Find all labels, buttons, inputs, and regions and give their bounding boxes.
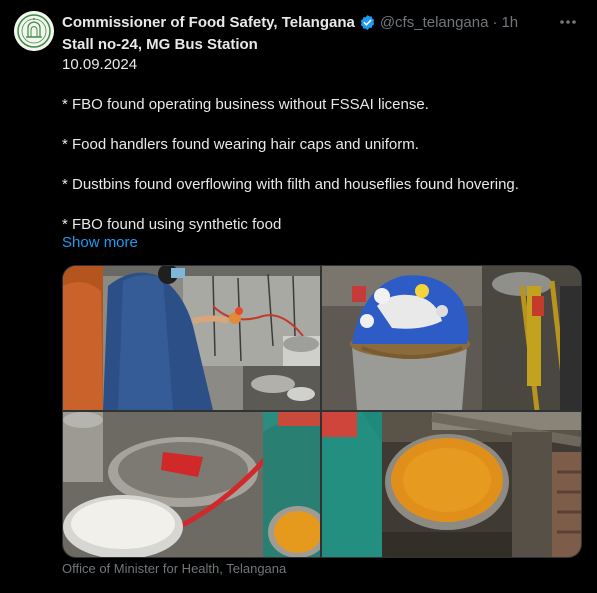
tweet-line-point-2: * Food handlers found wearing hair caps … [62,136,419,153]
show-more-link[interactable]: Show more [62,233,138,253]
tweet-line-point-1: * FBO found operating business without F… [62,96,429,113]
emblem-logo-icon [14,11,54,51]
separator-dot: · [492,13,498,31]
tweet-text: Stall no-24, MG Bus Station 10.09.2024 *… [62,35,582,235]
photo-orange-liquid[interactable] [322,412,581,557]
more-options-icon [560,20,576,24]
tweet-line-date: 10.09.2024 [62,56,138,73]
tweet-line-location: Stall no-24, MG Bus Station [62,36,258,53]
photo-inspection[interactable] [63,266,320,410]
photo-vessels[interactable] [63,412,320,557]
media-caption: Office of Minister for Health, Telangana [62,561,287,576]
photo-dustbin[interactable] [322,266,581,410]
tweet-line-point-4: * FBO found using synthetic food [62,216,282,233]
verified-badge-icon [359,14,376,31]
user-handle[interactable]: @cfs_telangana [380,14,489,31]
display-name[interactable]: Commissioner of Food Safety, Telangana [62,14,355,31]
tweet-header: Commissioner of Food Safety, Telangana @… [62,12,518,32]
tweet-line-point-3: * Dustbins found overflowing with filth … [62,176,519,193]
media-grid [62,265,582,558]
avatar[interactable] [14,11,54,51]
post-time[interactable]: 1h [501,14,518,31]
more-options-button[interactable] [557,12,579,32]
